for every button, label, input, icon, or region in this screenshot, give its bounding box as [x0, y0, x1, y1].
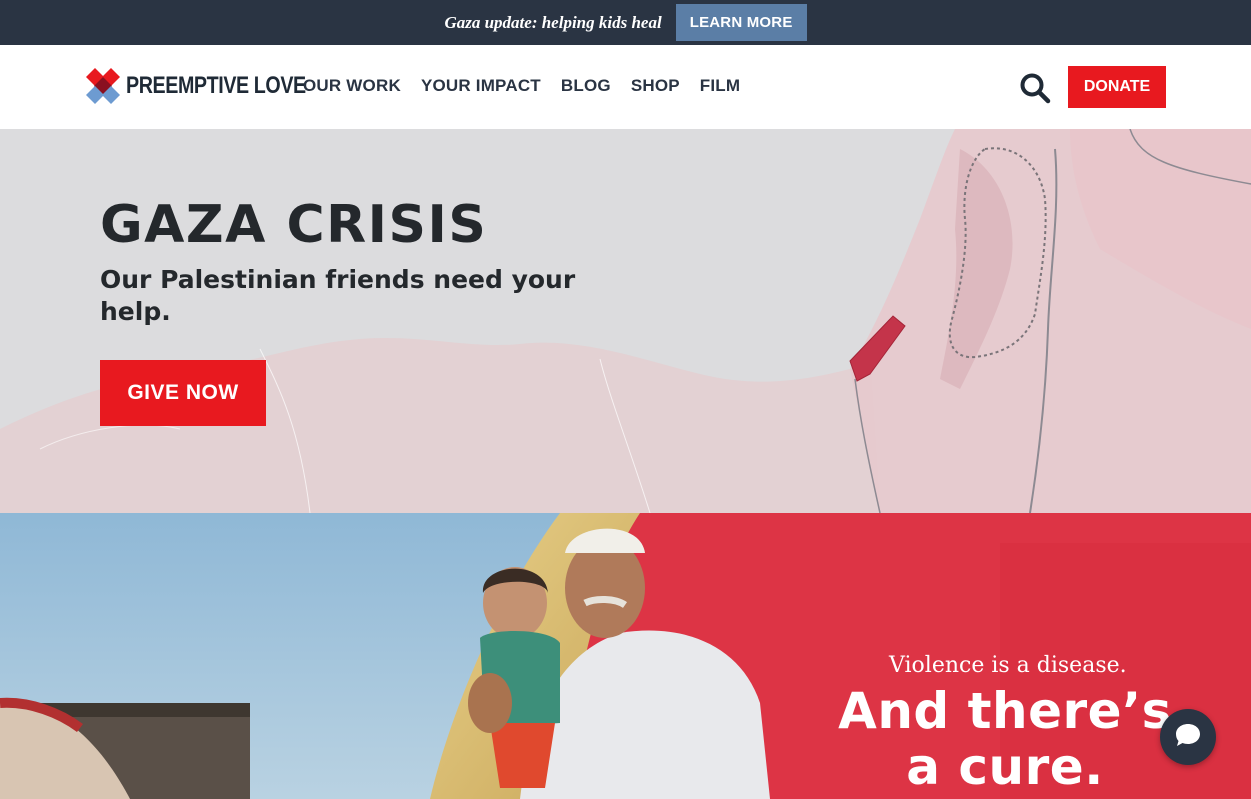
main-nav: OUR WORK YOUR IMPACT BLOG SHOP FILM [303, 76, 740, 96]
nav-item-blog[interactable]: BLOG [561, 76, 611, 96]
hero-section: GAZA CRISIS Our Palestinian friends need… [0, 129, 1251, 513]
chat-button[interactable] [1160, 709, 1216, 765]
hero-subtitle: Our Palestinian friends need your help. [100, 265, 576, 326]
learn-more-button[interactable]: LEARN MORE [675, 4, 807, 41]
donate-button[interactable]: DONATE [1068, 66, 1166, 108]
nav-item-film[interactable]: FILM [700, 76, 740, 96]
give-now-button[interactable]: GIVE NOW [100, 360, 266, 426]
logo-text: PREEMPTIVE LOVE [126, 72, 306, 99]
site-header: PREEMPTIVE LOVE OUR WORK YOUR IMPACT BLO… [0, 45, 1251, 129]
nav-item-your-impact[interactable]: YOUR IMPACT [421, 76, 541, 96]
announcement-bar: Gaza update: helping kids heal LEARN MOR… [0, 0, 1251, 45]
search-icon[interactable] [1019, 72, 1051, 104]
logo-mark-icon [86, 68, 120, 104]
hero-title: GAZA CRISIS [100, 195, 488, 255]
chat-bubble-icon [1174, 722, 1202, 753]
tagline-small: Violence is a disease. [889, 653, 1127, 678]
announcement-text: Gaza update: helping kids heal [444, 12, 662, 32]
nav-item-our-work[interactable]: OUR WORK [303, 76, 401, 96]
tagline-large: And there’s a cure. [838, 682, 1172, 796]
nav-item-shop[interactable]: SHOP [631, 76, 680, 96]
photo-section: Violence is a disease. And there’s a cur… [0, 513, 1251, 799]
